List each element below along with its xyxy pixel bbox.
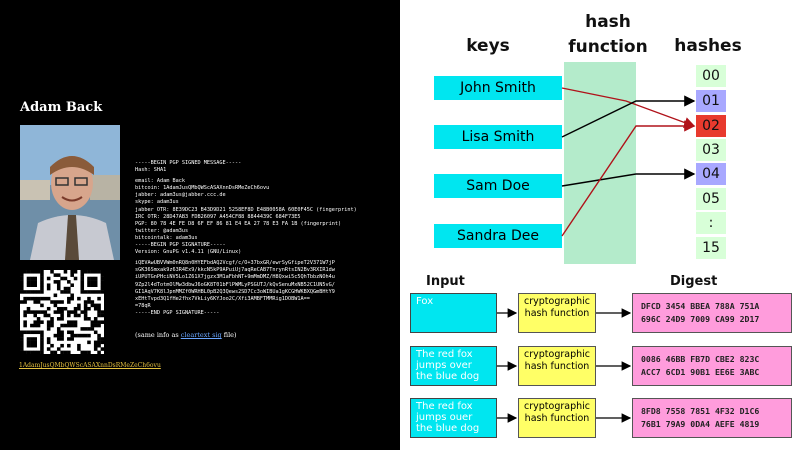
cleartext-sig-link[interactable]: cleartext sig: [181, 331, 222, 339]
digest-1-line1: DFCD 3454 BBEA 788A 751A: [641, 301, 760, 311]
mapping-arrows: [561, 87, 696, 237]
profile-photo: [20, 125, 120, 260]
same-info-note: (same info as cleartext sig file): [135, 331, 237, 339]
pgp-line: xEHtTvpd3Q1fHe2fhx7VkLiy6KYJoo2C/Xfi3AMB…: [135, 295, 310, 302]
bitcoin-qr-code: [20, 270, 105, 355]
pgp-line: -----END PGP SIGNATURE-----: [135, 309, 220, 316]
pgp-line: IRC OTR: 28D47AB3 FDB26097 A454CF88 8844…: [135, 213, 301, 220]
pgp-line: GI1AqV7K8lJpnMMZf0WRHBL0pB2Q3Qews2SD7Cc3…: [135, 288, 335, 295]
pgp-line: sGK36Smxak9z63R4Ex9/kkcN5kP9APuiUj7aqReC…: [135, 267, 335, 274]
digest-2-line1: 0086 46BB FB7D CBE2 823C: [641, 354, 760, 364]
pgp-line: skype: adam3us: [135, 199, 179, 206]
pgp-line: bitcointalk: adam3us: [135, 234, 198, 241]
pgp-line: PGP: 80 78 4E FE D8 6F EF 86 81 E4 EA 27…: [135, 220, 342, 227]
digest-2: 0086 46BB FB7D CBE2 823C ACC7 6CD1 90B1 …: [632, 346, 792, 386]
pgp-line: Version: GnuPG v1.4.11 (GNU/Linux): [135, 249, 242, 256]
input-red-fox-over: The red fox jumps over the blue dog: [410, 346, 497, 386]
pgp-line: email: Adam Back: [135, 178, 185, 185]
digest-1: DFCD 3454 BBEA 788A 751A 696C 24D9 7009 …: [632, 293, 792, 333]
same-info-suffix: file): [221, 331, 237, 339]
input-red-fox-ouer: The red fox jumps ouer the blue dog: [410, 398, 497, 438]
digest-2-line2: ACC7 6CD1 90B1 EE6E 3ABC: [641, 367, 760, 377]
pgp-line: -----BEGIN PGP SIGNATURE-----: [135, 242, 226, 249]
pgp-line: 9Zp2l4dTotmOlMw3dbwJ6oGK8T01bFlPWMLyPSGU…: [135, 281, 335, 288]
pgp-line: bitcoin: 1AdamJusQMbQWScASAXnnDsRMeZeCh6…: [135, 185, 270, 192]
pgp-line: twitter: @adam3us: [135, 227, 189, 234]
hash-digest-diagram: Input Digest Fox cryptographic hash func…: [400, 270, 800, 450]
hash-function-2: cryptographic hash function: [518, 346, 596, 386]
hash-function-3: cryptographic hash function: [518, 398, 596, 438]
arrow-sam-doe-to-04: [561, 168, 696, 187]
pgp-signed-message: -----BEGIN PGP SIGNED MESSAGE----- Hash: …: [135, 160, 397, 317]
pgp-line: =78qR: [135, 302, 151, 309]
profile-name: Adam Back: [20, 100, 103, 115]
pgp-line: -----BEGIN PGP SIGNED MESSAGE-----: [135, 160, 242, 166]
digest-3-line2: 76B1 79A9 0DA4 AEFE 4819: [641, 419, 760, 429]
pgp-line: Hash: SHA1: [135, 167, 167, 174]
pgp-line: iQEVAwUBVVWm0nRQ8n0HYEFbdAQ2Vcgf/c/O+37b…: [135, 260, 335, 267]
arrow-sandra-dee-to-02: [561, 120, 696, 237]
pgp-line: jabber OTR: 8E39DC23 B43D9D21 5258EF8D E…: [135, 206, 357, 213]
profile-panel: Adam Back 1AdamJusQMbQWScASAXnnDsRMeZeCh…: [0, 0, 400, 450]
arrow-john-smith-to-02: [561, 87, 696, 128]
same-info-prefix: (same info as: [135, 331, 181, 339]
bitcoin-address-link[interactable]: 1AdamJusQMbQWScASAXnnDsRMeZeCh6ovu: [19, 362, 161, 369]
hash-table-diagram: keys hash function hashes John Smith Lis…: [400, 0, 800, 270]
input-fox: Fox: [410, 293, 497, 333]
digest-3-line1: 8FD8 7558 7851 4F32 D1C6: [641, 406, 760, 416]
pgp-line: jabber: adam3us@jabber.ccc.de: [135, 192, 226, 199]
digest-3: 8FD8 7558 7851 4F32 D1C6 76B1 79A9 0DA4 …: [632, 398, 792, 438]
digest-1-line2: 696C 24D9 7009 CA99 2D17: [641, 314, 760, 324]
pgp-line: iUPUTGnPHciNV5Lo1Z61X7jgzx3M1aFbhNT+9mMm…: [135, 274, 335, 281]
hash-function-1: cryptographic hash function: [518, 293, 596, 333]
